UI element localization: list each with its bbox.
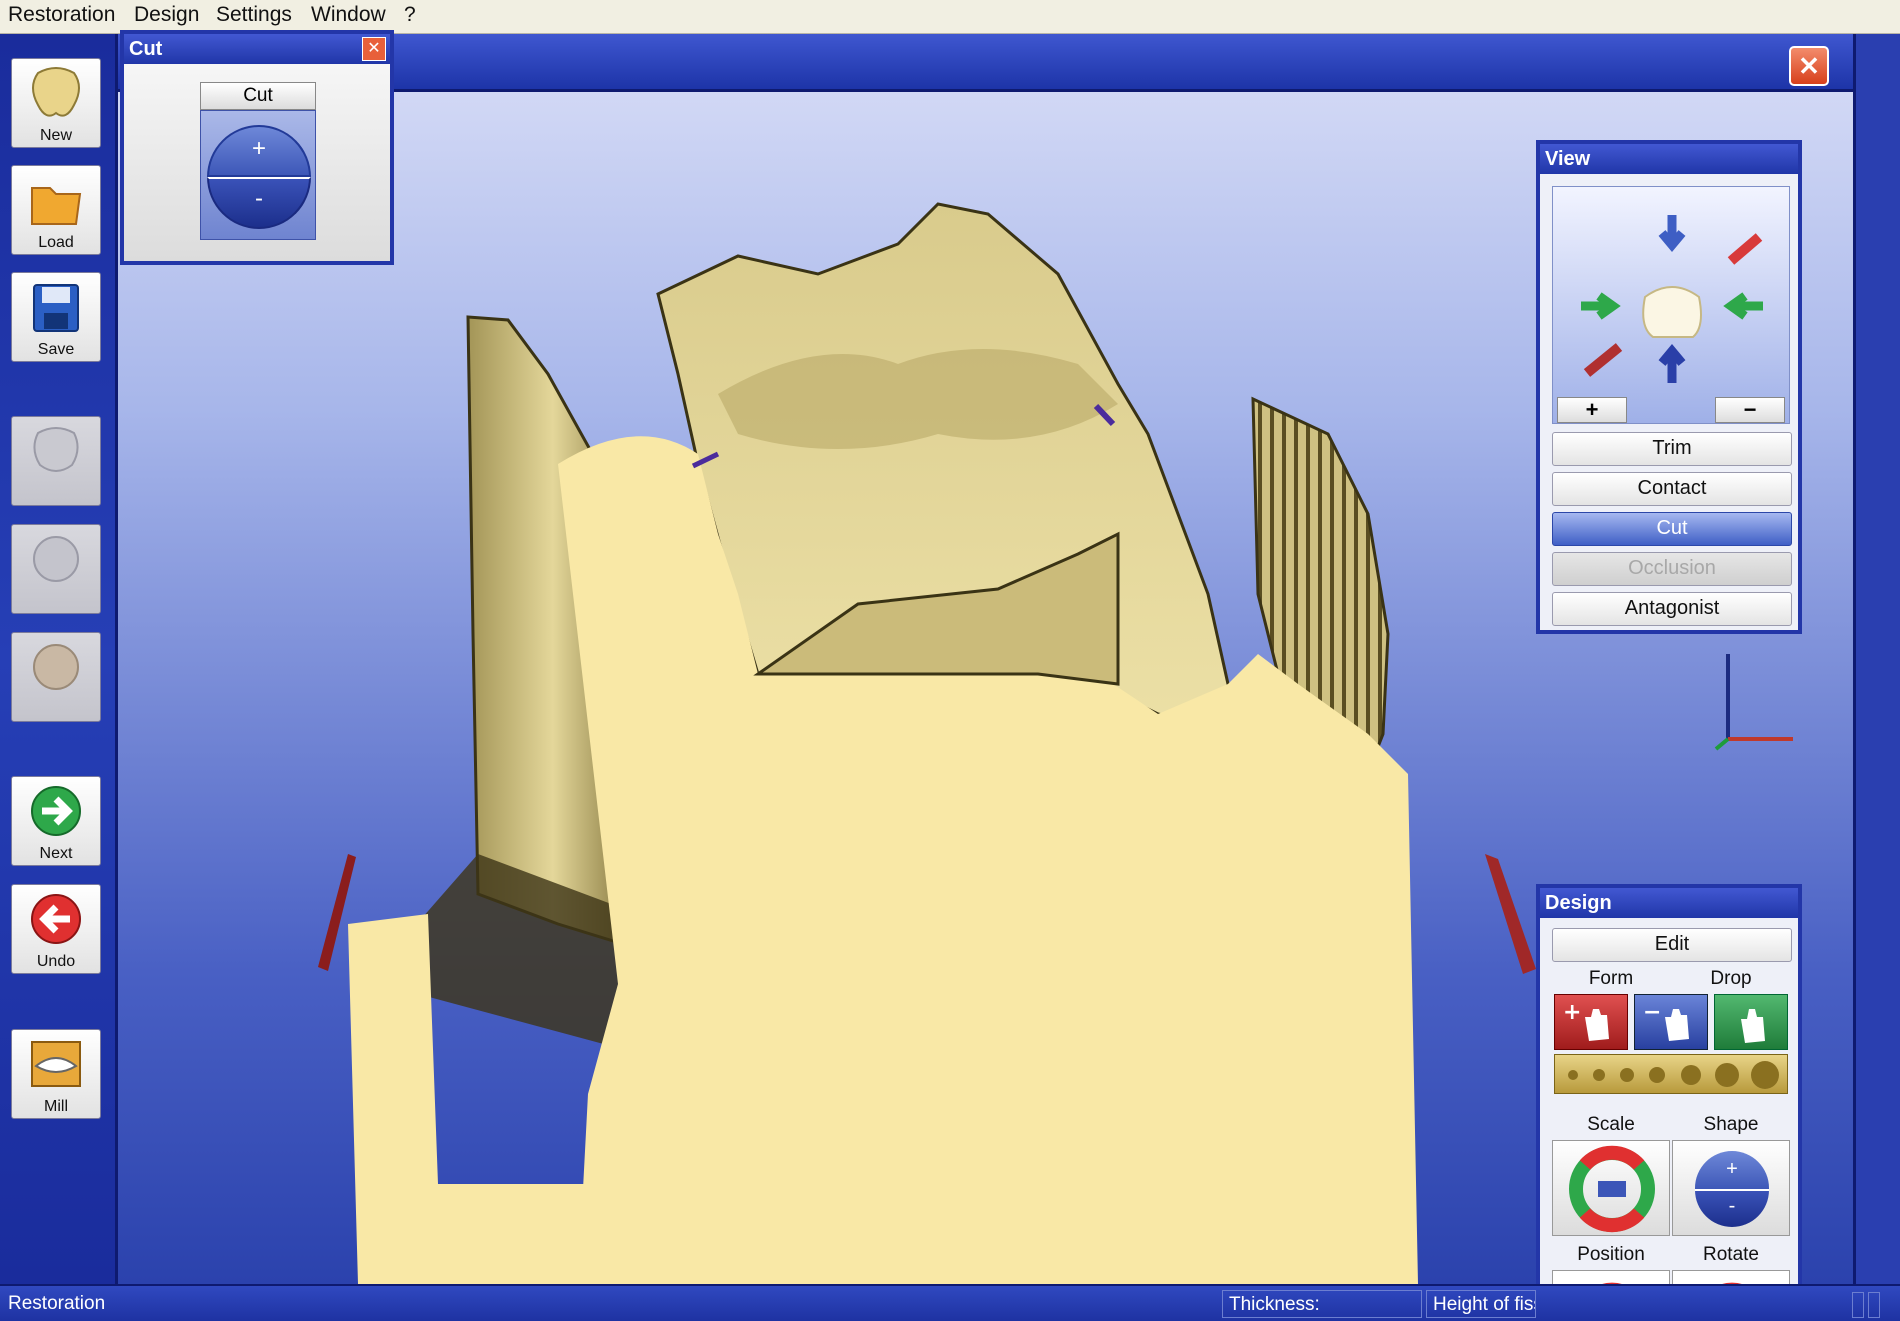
occlusal-tool-button[interactable] xyxy=(11,524,101,614)
left-toolbar: New Load Save Next Undo Mill xyxy=(0,34,118,1284)
cut-dialog-title: Cut xyxy=(124,34,390,64)
status-mode: Restoration xyxy=(8,1293,106,1314)
zoom-out-button[interactable]: − xyxy=(1715,397,1785,423)
tooth-view-icon xyxy=(1581,215,1763,383)
undo-label: Undo xyxy=(36,953,76,970)
next-label: Next xyxy=(39,845,73,862)
cut-dialog: Cut ✕ Cut + - xyxy=(120,30,394,265)
brush-size-icon xyxy=(1568,1061,1779,1089)
crown-outline-icon xyxy=(33,427,79,472)
form-tools: + − xyxy=(1554,994,1788,1050)
view-panel-title: View xyxy=(1540,144,1798,174)
shape-minus-button[interactable]: - xyxy=(1695,1189,1769,1227)
view-panel: View + − Trim Contact Cut Occlusion Anta… xyxy=(1536,140,1802,634)
form-label: Form xyxy=(1588,968,1634,989)
axis-indicator-icon xyxy=(1714,654,1793,751)
cut-minus-button[interactable]: - xyxy=(207,177,311,229)
design-panel-title: Design xyxy=(1540,888,1798,918)
load-button[interactable]: Load xyxy=(11,165,101,255)
view-navigator[interactable]: + − xyxy=(1552,186,1790,424)
position-label: Position xyxy=(1577,1244,1645,1265)
scale-ring-icon xyxy=(1569,1145,1655,1233)
right-frame xyxy=(1853,34,1900,1284)
svg-text:+: + xyxy=(1563,1000,1581,1025)
menu-window[interactable]: Window xyxy=(311,3,386,27)
new-label: New xyxy=(39,127,72,144)
svg-text:−: − xyxy=(1643,1000,1661,1025)
antagonist-button[interactable]: Antagonist xyxy=(1552,592,1792,626)
menu-design[interactable]: Design xyxy=(134,3,199,27)
status-pane xyxy=(1852,1292,1864,1318)
floppy-disk-icon xyxy=(33,284,79,332)
occlusal-surface-icon xyxy=(33,536,79,582)
crown-tool-button[interactable] xyxy=(11,416,101,506)
contact-button[interactable]: Contact xyxy=(1552,472,1792,506)
shape-plus-button[interactable]: + xyxy=(1695,1151,1769,1189)
save-button[interactable]: Save xyxy=(11,272,101,362)
cut-control: + - xyxy=(200,110,316,240)
mill-label: Mill xyxy=(44,1098,68,1115)
menu-restoration[interactable]: Restoration xyxy=(8,3,115,27)
status-pane xyxy=(1868,1292,1880,1318)
new-tooth-icon xyxy=(32,67,80,117)
mill-icon xyxy=(31,1041,81,1087)
brush-size-slider[interactable] xyxy=(1554,1054,1788,1094)
cut-button[interactable]: Cut xyxy=(1552,512,1792,546)
shape-control[interactable]: + - xyxy=(1672,1140,1790,1236)
menu-help[interactable]: ? xyxy=(404,3,416,27)
cut-header: Cut xyxy=(200,82,316,110)
scale-control[interactable] xyxy=(1552,1140,1670,1236)
load-label: Load xyxy=(38,234,74,251)
hand-drop-icon[interactable] xyxy=(1714,994,1788,1050)
edit-button[interactable]: Edit xyxy=(1552,928,1792,962)
design-panel: Design Edit Form Drop + − Scale Shape + … xyxy=(1536,884,1802,1290)
scale-label: Scale xyxy=(1587,1114,1635,1135)
status-thickness: Thickness: xyxy=(1222,1290,1422,1318)
arrow-right-icon xyxy=(31,786,81,836)
occlusion-button[interactable]: Occlusion xyxy=(1552,552,1792,586)
hand-remove-icon[interactable]: − xyxy=(1634,994,1708,1050)
status-fissure-height: Height of fissure: xyxy=(1426,1290,1536,1318)
menu-settings[interactable]: Settings xyxy=(216,3,292,27)
new-button[interactable]: New xyxy=(11,58,101,148)
arrow-left-icon xyxy=(31,894,81,944)
undo-button[interactable]: Undo xyxy=(11,884,101,974)
mill-button[interactable]: Mill xyxy=(11,1029,101,1119)
menu-bar: Restoration Design Settings Window ? xyxy=(0,0,1900,34)
zoom-in-button[interactable]: + xyxy=(1557,397,1627,423)
trim-button[interactable]: Trim xyxy=(1552,432,1792,466)
folder-icon xyxy=(31,187,82,225)
rotate-label: Rotate xyxy=(1703,1244,1759,1265)
right-marker-icon xyxy=(1485,854,1536,974)
shape-label: Shape xyxy=(1703,1114,1759,1135)
hand-add-icon[interactable]: + xyxy=(1554,994,1628,1050)
save-label: Save xyxy=(37,341,75,358)
status-bar: Restoration Thickness: Height of fissure… xyxy=(0,1284,1900,1321)
close-icon[interactable]: ✕ xyxy=(362,37,386,61)
drop-label: Drop xyxy=(1710,968,1752,989)
tooth-preview-icon xyxy=(33,644,79,690)
cut-plus-button[interactable]: + xyxy=(207,125,311,177)
preview-tool-button[interactable] xyxy=(11,632,101,722)
next-button[interactable]: Next xyxy=(11,776,101,866)
